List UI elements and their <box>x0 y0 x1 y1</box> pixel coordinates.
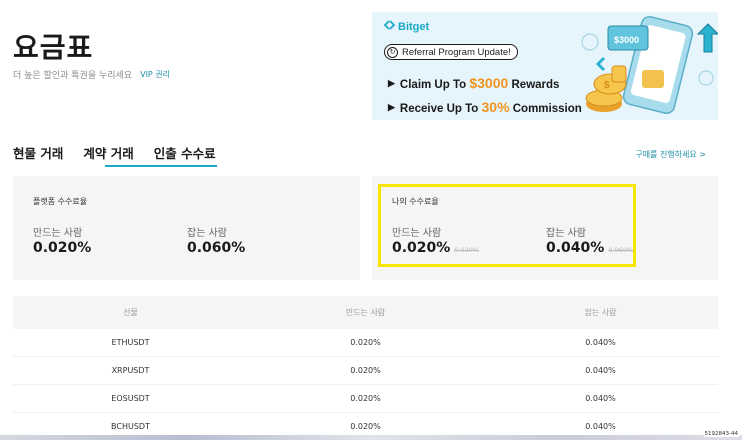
bitget-brand-text: Bitget <box>398 20 430 33</box>
line1-highlight: $3000 <box>469 75 509 91</box>
play-triangle-icon: ▶ <box>388 101 395 112</box>
line1-suffix: Rewards <box>508 79 560 91</box>
page-title: 요금표 <box>13 31 94 64</box>
pill-text: Referral Program Update! <box>402 46 511 58</box>
purchase-link[interactable]: 구매를 진행하세요 > <box>635 149 706 160</box>
bottom-strip <box>0 435 742 440</box>
taker-cell: 0.040% <box>585 422 616 431</box>
symbol-cell: EOSUSDT <box>111 394 150 403</box>
taker-cell: 0.040% <box>585 338 616 347</box>
symbol-cell: BCHUSDT <box>111 422 150 431</box>
active-tab-indicator <box>105 165 217 167</box>
header-taker: 잡는 사람 <box>584 308 617 317</box>
table-row: ETHUSDT 0.020% 0.040% <box>13 329 718 357</box>
line2-highlight: 30% <box>481 99 510 115</box>
taker-fee-value: 0.060% <box>187 240 246 256</box>
banner-claim-line: ▶ Claim Up To $3000 Rewards <box>388 75 559 91</box>
subtitle-text: 더 높은 할인과 특권을 누리세요 <box>13 71 133 81</box>
taker-label: 잡는 사람 <box>187 228 227 239</box>
line1-prefix: Claim Up To <box>399 79 470 91</box>
svg-text:$: $ <box>604 80 610 91</box>
referral-banner[interactable]: Bitget ↻ Referral Program Update! ▶ Clai… <box>372 12 718 120</box>
table-row: EOSUSDT 0.020% 0.040% <box>13 385 718 413</box>
header-futures: 선물 <box>123 308 138 317</box>
header-maker: 만드는 사람 <box>345 308 386 317</box>
bitget-logo-icon <box>383 20 396 33</box>
tab-spot-trading[interactable]: 현물 거래 <box>13 143 63 168</box>
line2-prefix: Receive Up To <box>399 103 482 115</box>
platform-fee-title: 플랫폼 수수료율 <box>33 197 88 206</box>
subtitle-row: 더 높은 할인과 특권을 누리세요 VIP 권리 <box>13 68 170 81</box>
maker-fee-value: 0.020% <box>33 240 92 256</box>
taker-cell: 0.040% <box>585 394 616 403</box>
maker-cell: 0.020% <box>350 394 381 403</box>
symbol-cell: ETHUSDT <box>111 338 150 347</box>
maker-cell: 0.020% <box>350 422 381 431</box>
highlight-annotation-box <box>378 184 636 267</box>
refresh-icon: ↻ <box>387 46 398 58</box>
table-row: XRPUSDT 0.020% 0.040% <box>13 357 718 385</box>
corner-id: 5192843-44 <box>703 431 739 437</box>
bitget-logo: Bitget <box>383 20 430 33</box>
play-triangle-icon: ▶ <box>388 77 395 88</box>
vip-rights-link[interactable]: VIP 권리 <box>140 69 170 80</box>
futures-fee-table: 선물 만드는 사람 잡는 사람 ETHUSDT 0.020% 0.040% XR… <box>13 296 718 440</box>
maker-cell: 0.020% <box>350 338 381 347</box>
platform-fee-card: 플랫폼 수수료율 만드는 사람 0.020% 잡는 사람 0.060% <box>13 176 360 280</box>
maker-cell: 0.020% <box>350 366 381 375</box>
taker-cell: 0.040% <box>585 366 616 375</box>
svg-text:$3000: $3000 <box>614 35 639 45</box>
symbol-cell: XRPUSDT <box>111 366 150 375</box>
banner-commission-line: ▶ Receive Up To 30% Commission <box>388 99 582 115</box>
referral-update-pill: ↻ Referral Program Update! <box>384 44 518 60</box>
table-header: 선물 만드는 사람 잡는 사람 <box>13 296 718 329</box>
banner-illustration: $3000 $ <box>581 15 718 115</box>
maker-label: 만드는 사람 <box>33 228 83 239</box>
